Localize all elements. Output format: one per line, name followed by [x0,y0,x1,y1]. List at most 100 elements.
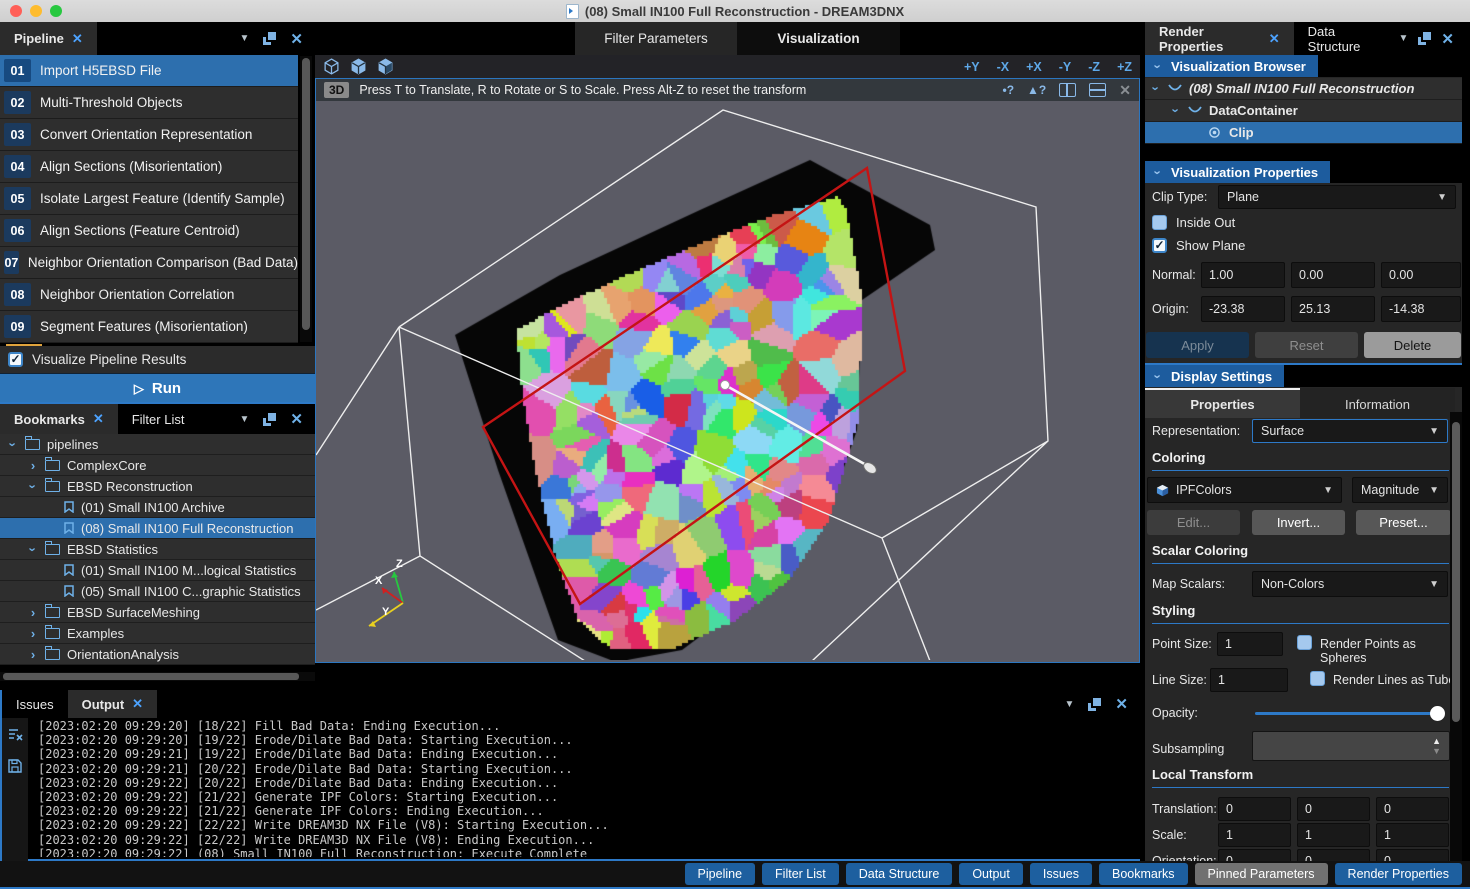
chevron-expanded-icon[interactable]: › [6,439,21,449]
run-button[interactable]: ▷ Run [0,373,315,403]
bookmarks-tree-item[interactable]: ›EBSD Reconstruction [0,476,315,497]
spin-up-icon[interactable]: ▲ [1432,736,1441,746]
pipeline-item[interactable]: 08Neighbor Orientation Correlation [0,279,298,311]
chevron-collapsed-icon[interactable]: › [28,647,38,662]
visualize-results-checkbox[interactable]: ✓ [8,352,23,367]
dock-toggle-issues[interactable]: Issues [1030,863,1092,885]
render-points-checkbox[interactable] [1297,635,1312,650]
bookmarks-tree-item[interactable]: (08) Small IN100 Full Reconstruction [0,518,315,539]
inside-out-checkbox[interactable] [1152,215,1167,230]
tab-filter-parameters[interactable]: Filter Parameters [575,22,737,55]
minimize-traffic-light[interactable] [30,5,42,17]
bookmarks-tree-item[interactable]: ›ComplexCore [0,455,315,476]
invert-colors-button[interactable]: Invert... [1252,510,1345,535]
browser-item-datacontainer[interactable]: › DataContainer [1145,100,1462,122]
line-size-field[interactable]: 1 [1210,668,1288,692]
clear-log-icon[interactable] [8,728,23,745]
display-settings-header[interactable]: › Display Settings [1145,365,1284,387]
3d-scene[interactable]: Z X Y [316,101,1139,660]
tab-bookmarks[interactable]: Bookmarks ✕ [0,404,118,434]
undock-panel-icon[interactable] [1088,698,1101,711]
dock-toggle-filter-list[interactable]: Filter List [762,863,839,885]
origin-z-field[interactable]: -14.38 [1381,296,1461,322]
normal-z-field[interactable]: 0.00 [1381,262,1461,288]
color-component-dropdown[interactable]: Magnitude▼ [1352,477,1448,503]
close-tab-icon[interactable]: ✕ [1269,31,1280,47]
bookmarks-hscrollbar-thumb[interactable] [3,673,299,680]
bookmarks-tree-item[interactable]: (01) Small IN100 M...logical Statistics [0,560,315,581]
close-tab-icon[interactable]: ✕ [93,411,104,427]
close-tab-icon[interactable]: ✕ [72,31,83,47]
undock-panel-icon[interactable] [1418,32,1431,45]
camera-axis-button-plusminus-y[interactable]: +Y [964,60,980,74]
edit-colors-button[interactable]: Edit... [1147,510,1240,535]
camera-axis-button-minus-y[interactable]: -Y [1059,60,1072,74]
undock-panel-icon[interactable] [263,413,276,426]
chevron-expanded-icon[interactable]: › [26,481,41,491]
chevron-down-icon[interactable]: ▼ [1065,699,1075,710]
color-array-dropdown[interactable]: IPFColors▼ [1147,477,1342,503]
pipeline-item[interactable]: 07Neighbor Orientation Comparison (Bad D… [0,247,298,279]
bookmarks-tree-item[interactable]: ›pipelines [0,434,315,455]
bookmarks-tree-item[interactable]: ›OrientationAnalysis [0,644,315,665]
maximize-traffic-light[interactable] [50,5,62,17]
subsampling-spinbox[interactable]: ▲ ▼ [1252,731,1450,761]
console-log[interactable]: [2023:02:20 09:29:20] [18/22] Fill Bad D… [28,718,1140,857]
wireframe-cube-icon[interactable] [323,58,340,75]
delete-button[interactable]: Delete [1364,332,1461,358]
render-view[interactable]: 3D Press T to Translate, R to Rotate or … [315,78,1140,663]
close-traffic-light[interactable] [10,5,22,17]
tab-pipeline[interactable]: Pipeline ✕ [0,22,97,55]
apply-button[interactable]: Apply [1146,332,1249,358]
chevron-collapsed-icon[interactable]: › [28,626,38,641]
chevron-down-icon[interactable]: ▼ [240,33,250,44]
bookmarks-tree-item[interactable]: (01) Small IN100 Archive [0,497,315,518]
scale-x-field[interactable]: 1 [1218,823,1291,847]
scale-y-field[interactable]: 1 [1297,823,1370,847]
orientation-x-field[interactable]: 0 [1218,849,1291,861]
pipeline-item[interactable]: 04Align Sections (Misorientation) [0,151,298,183]
orientation-cube-icon[interactable] [377,58,394,75]
split-vertical-icon[interactable] [1059,83,1076,97]
dock-toggle-pipeline[interactable]: Pipeline [685,863,755,885]
tab-issues[interactable]: Issues [2,690,68,718]
translation-z-field[interactable]: 0 [1376,797,1449,821]
dock-toggle-output[interactable]: Output [959,863,1023,885]
pipeline-item[interactable]: 05Isolate Largest Feature (Identify Samp… [0,183,298,215]
save-log-icon[interactable] [8,759,22,776]
pipeline-scrollbar-thumb[interactable] [302,58,310,330]
chevron-down-icon[interactable]: ▼ [240,414,250,425]
tab-output[interactable]: Output ✕ [68,690,158,718]
visibility-eye-icon[interactable] [1207,127,1222,138]
camera-axis-button-plusminus-z[interactable]: +Z [1117,60,1132,74]
tab-filter-list[interactable]: Filter List [118,404,199,434]
chevron-collapsed-icon[interactable]: › [28,605,38,620]
normal-y-field[interactable]: 0.00 [1291,262,1375,288]
reset-button[interactable]: Reset [1255,332,1358,358]
browser-item-pipeline[interactable]: › (08) Small IN100 Full Reconstruction [1145,78,1462,100]
origin-x-field[interactable]: -23.38 [1201,296,1285,322]
bookmarks-tree-item[interactable]: ›EBSD Statistics [0,539,315,560]
camera-help-icon[interactable]: ▲? [1027,83,1046,97]
representation-dropdown[interactable]: Surface▼ [1252,419,1448,443]
pipeline-item[interactable]: 09Segment Features (Misorientation) [0,311,298,343]
visualization-properties-header[interactable]: › Visualization Properties [1145,161,1330,183]
preset-colors-button[interactable]: Preset... [1356,510,1451,535]
dock-toggle-bookmarks[interactable]: Bookmarks [1099,863,1188,885]
scale-z-field[interactable]: 1 [1376,823,1449,847]
render-lines-checkbox[interactable] [1310,671,1325,686]
pipeline-item[interactable]: 06Align Sections (Feature Centroid) [0,215,298,247]
tab-properties[interactable]: Properties [1145,388,1300,418]
bookmarks-tree-item[interactable]: (05) Small IN100 C...graphic Statistics [0,581,315,602]
close-panel-icon[interactable]: ✕ [290,30,303,48]
tab-data-structure[interactable]: Data Structure [1294,22,1399,55]
show-plane-checkbox[interactable]: ✓ [1152,238,1167,253]
close-panel-icon[interactable]: ✕ [1441,30,1454,48]
opacity-slider[interactable] [1255,712,1443,715]
bookmarks-tree-item[interactable]: ›Examples [0,623,315,644]
solid-cube-icon[interactable] [350,58,367,75]
split-horizontal-icon[interactable] [1089,83,1106,97]
origin-y-field[interactable]: 25.13 [1291,296,1375,322]
close-tab-icon[interactable]: ✕ [132,696,143,712]
pipeline-item[interactable]: 03Convert Orientation Representation [0,119,298,151]
